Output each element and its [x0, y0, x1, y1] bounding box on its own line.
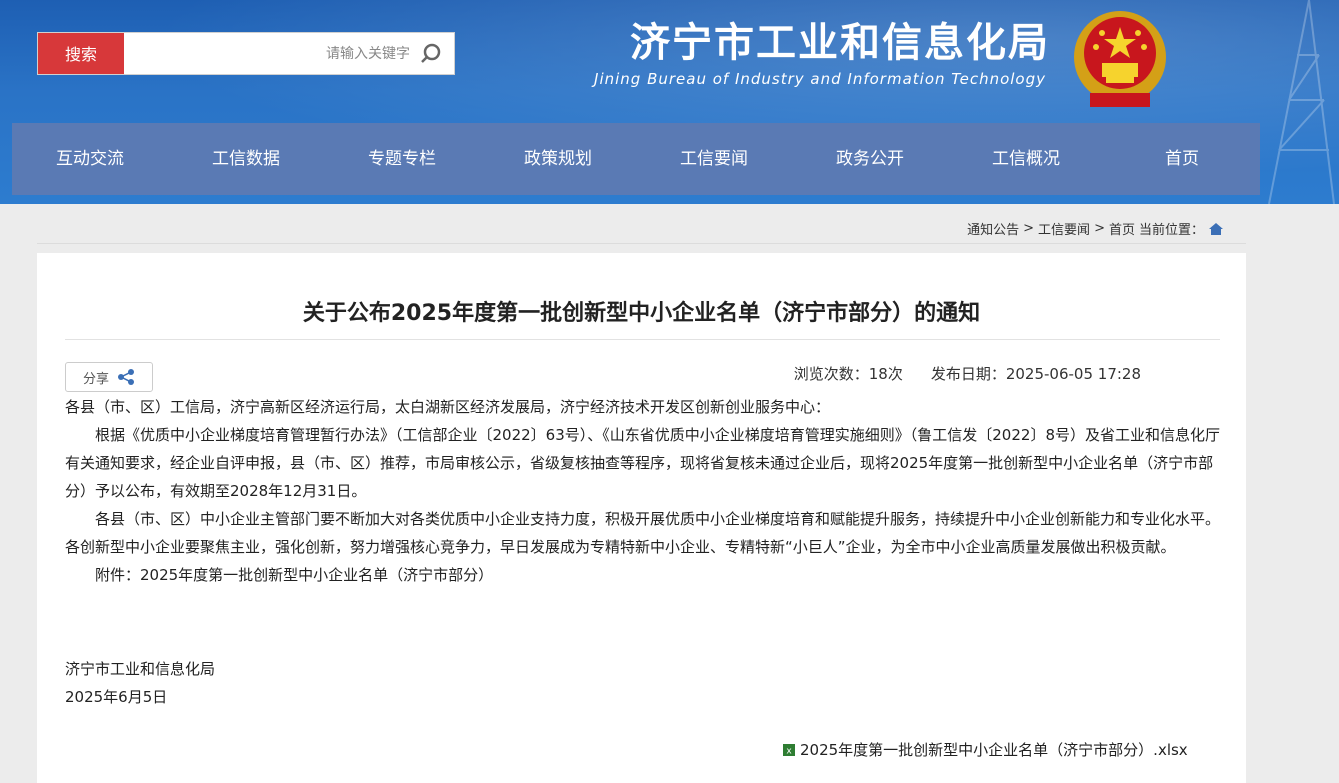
article-signature: 济宁市工业和信息化局 2025年6月5日	[65, 655, 215, 711]
nav-item-overview[interactable]: 工信概况	[948, 123, 1104, 195]
site-subtitle: Jining Bureau of Industry and Informatio…	[594, 70, 1046, 88]
view-count: 浏览次数：18次	[793, 365, 903, 383]
search-input[interactable]	[130, 33, 410, 74]
excel-file-icon: x	[783, 743, 795, 756]
nav-item-home[interactable]: 首页	[1104, 123, 1260, 195]
article-title: 关于公布2025年度第一批创新型中小企业名单（济宁市部分）的通知	[302, 301, 981, 326]
svg-text:x: x	[786, 746, 792, 756]
breadcrumb-bar: 通知公告 > 工信要闻 > 首页 当前位置：	[37, 211, 1246, 244]
nav-item-topics[interactable]: 专题专栏	[324, 123, 480, 195]
article-paragraph: 根据《优质中小企业梯度培育管理暂行办法》（工信部企业〔2022〕63号）、《山东…	[65, 426, 1220, 500]
share-icon	[118, 369, 134, 385]
article-body: 各县（市、区）工信局，济宁高新区经济运行局，太白湖新区经济发展局，济宁经济技术开…	[65, 393, 1220, 589]
publish-date: 发布日期：2025-06-05 17:28	[930, 365, 1141, 383]
share-button[interactable]: 分享	[65, 362, 153, 392]
breadcrumb-separator: >	[1094, 221, 1105, 236]
nav-item-interaction[interactable]: 互动交流	[12, 123, 168, 195]
breadcrumb-prefix: 当前位置：	[1138, 223, 1204, 238]
article-panel: 关于公布2025年度第一批创新型中小企业名单（济宁市部分）的通知 分享 浏览次数…	[37, 253, 1246, 783]
main-nav: 互动交流 工信数据 专题专栏 政策规划 工信要闻 政务公开 工信概况 首页	[12, 123, 1260, 195]
search-bar: 搜索	[37, 32, 455, 75]
breadcrumb: 通知公告 > 工信要闻 > 首页 当前位置：	[967, 219, 1224, 238]
breadcrumb-separator: >	[1023, 221, 1035, 236]
nav-item-data[interactable]: 工信数据	[168, 123, 324, 195]
article-meta: 浏览次数：18次 发布日期：2025-06-05 17:28	[794, 363, 1141, 384]
nav-item-gov-affairs[interactable]: 政务公开	[792, 123, 948, 195]
search-button[interactable]: 搜索	[38, 33, 124, 74]
share-label: 分享	[82, 371, 109, 387]
signature-date: 2025年6月5日	[65, 688, 168, 706]
breadcrumb-item-home[interactable]: 首页	[1109, 219, 1135, 238]
attachment-link[interactable]: x 2025年度第一批创新型中小企业名单（济宁市部分）.xlsx	[782, 739, 1188, 760]
nav-item-policy[interactable]: 政策规划	[480, 123, 636, 195]
nav-item-news[interactable]: 工信要闻	[636, 123, 792, 195]
attachment-filename[interactable]: 2025年度第一批创新型中小企业名单（济宁市部分）.xlsx	[800, 739, 1188, 760]
article-paragraph: 各县（市、区）中小企业主管部门要不断加大对各类优质中小企业支持力度，积极开展优质…	[65, 510, 1221, 556]
site-title: 济宁市工业和信息化局	[630, 19, 1050, 66]
site-header: 搜索 济宁市工业和信息化局 Jining Bureau of Industry …	[0, 0, 1339, 204]
national-emblem-icon	[1074, 11, 1166, 107]
breadcrumb-item-notice[interactable]: 通知公告	[967, 219, 1019, 238]
title-divider	[65, 339, 1220, 340]
search-icon[interactable]	[418, 41, 444, 67]
power-tower-icon	[1268, 0, 1335, 204]
article-paragraph: 各县（市、区）工信局，济宁高新区经济运行局，太白湖新区经济发展局，济宁经济技术开…	[65, 398, 831, 416]
breadcrumb-item-news[interactable]: 工信要闻	[1038, 219, 1090, 238]
attachment-note: 附件：2025年度第一批创新型中小企业名单（济宁市部分）	[95, 566, 494, 584]
home-icon	[1209, 222, 1223, 235]
signature-org: 济宁市工业和信息化局	[65, 660, 216, 678]
